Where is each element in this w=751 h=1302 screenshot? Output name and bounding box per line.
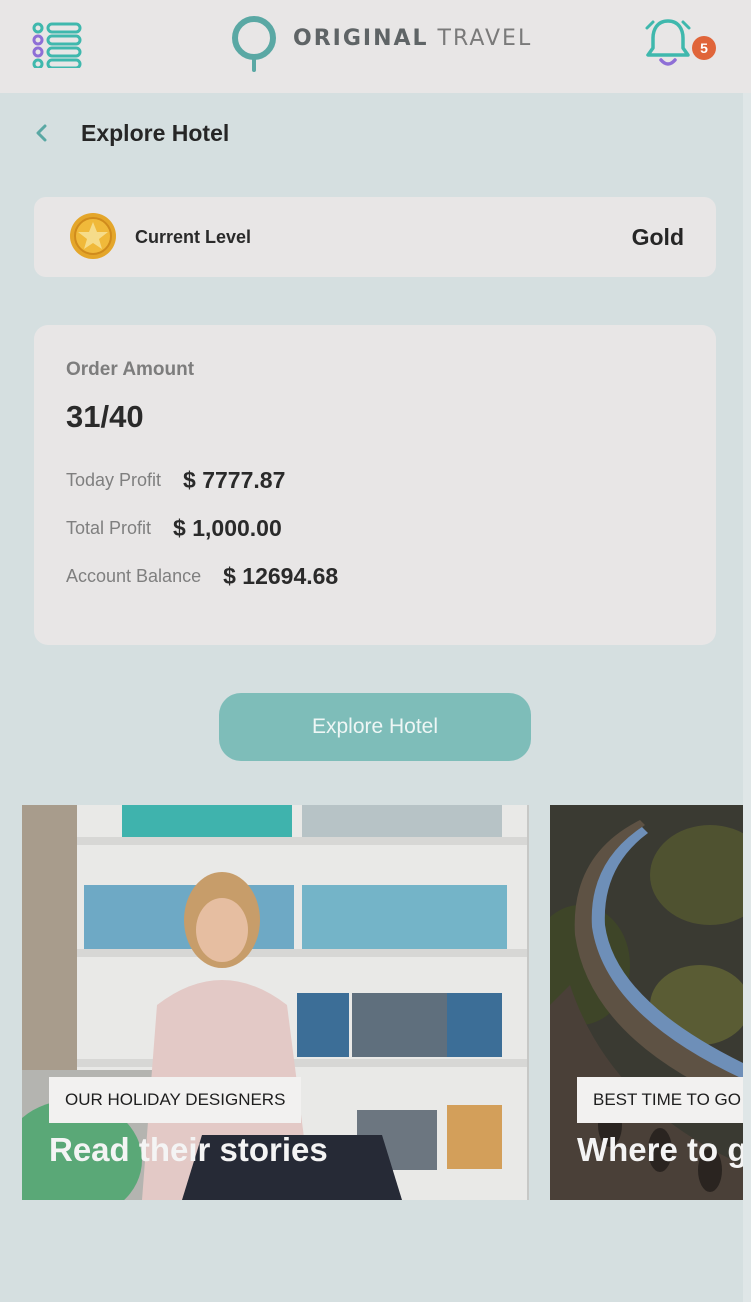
- promo-headline: Where to go: [577, 1131, 743, 1168]
- notification-badge: 5: [692, 36, 716, 60]
- level-card: Current Level Gold: [34, 197, 716, 277]
- account-balance-label: Account Balance: [66, 566, 202, 586]
- brand-name: ORIGINAL TRAVEL: [293, 26, 532, 51]
- brand-name-light: TRAVEL: [437, 26, 533, 51]
- promo-headline: Read their stories: [49, 1131, 328, 1168]
- promo-card-holiday-designers[interactable]: OUR HOLIDAY DESIGNERS Read their stories: [22, 805, 529, 1200]
- current-level-label: Current Level: [135, 227, 252, 247]
- notifications-button[interactable]: 5: [644, 16, 720, 72]
- total-profit-value: $ 1,000.00: [173, 515, 282, 541]
- promo-tag: BEST TIME TO GO: [577, 1077, 743, 1123]
- gold-medal-icon: [70, 213, 116, 259]
- bell-icon: [645, 19, 691, 66]
- today-profit-label: Today Profit: [66, 470, 162, 490]
- scrollbar-track[interactable]: [743, 93, 751, 1302]
- today-profit-row: Today Profit $ 7777.87: [66, 467, 285, 497]
- total-profit-label: Total Profit: [66, 518, 152, 538]
- app-header: ORIGINAL TRAVEL 5: [0, 0, 751, 93]
- order-amount-label: Order Amount: [66, 359, 195, 380]
- explore-hotel-button[interactable]: Explore Hotel: [219, 693, 531, 761]
- chevron-left-icon: [36, 124, 47, 142]
- total-profit-row: Total Profit $ 1,000.00: [66, 515, 282, 545]
- today-profit-value: $ 7777.87: [183, 467, 286, 493]
- page-title: Explore Hotel: [81, 120, 230, 146]
- promo-tag: OUR HOLIDAY DESIGNERS: [49, 1077, 302, 1123]
- order-summary-card: Order Amount 31/40 Today Profit $ 7777.87…: [34, 325, 716, 645]
- account-balance-value: $ 12694.68: [223, 563, 339, 589]
- current-level-value: Gold: [631, 224, 684, 250]
- promo-card-best-time[interactable]: BEST TIME TO GO Where to go: [550, 805, 743, 1200]
- menu-icon[interactable]: [32, 22, 84, 70]
- brand-logo[interactable]: ORIGINAL TRAVEL: [228, 14, 530, 74]
- back-button[interactable]: [30, 118, 60, 150]
- order-amount-value: 31/40: [66, 399, 144, 434]
- brand-name-bold: ORIGINAL: [293, 26, 429, 51]
- account-balance-row: Account Balance $ 12694.68: [66, 563, 338, 593]
